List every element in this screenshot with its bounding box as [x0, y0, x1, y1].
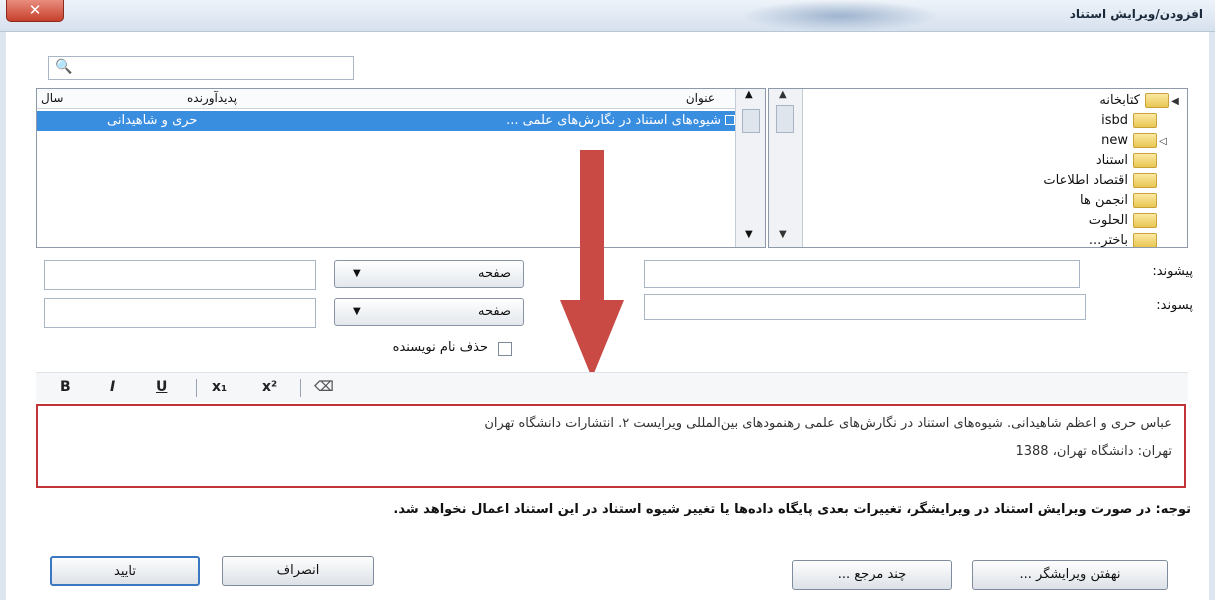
- row-title: شیوه‌های استناد در نگارش‌های علمی ...: [506, 113, 721, 128]
- prefix-page-field[interactable]: [44, 260, 316, 290]
- expand-icon[interactable]: ◀: [1169, 92, 1181, 112]
- window-title: افزودن/ویرایش استناد: [1069, 7, 1203, 21]
- prefix-label: پیشوند:: [1152, 264, 1193, 279]
- annotation-arrow-shaft: [580, 150, 604, 308]
- cancel-button[interactable]: انصراف: [222, 556, 374, 586]
- toolbar-divider: [300, 379, 301, 397]
- citation-editor[interactable]: عباس حری و اعظم شاهیدانی. شیوه‌های استنا…: [36, 404, 1186, 488]
- chevron-down-icon: ▼: [353, 268, 361, 279]
- tree-item-alhulut[interactable]: الحلوت: [1089, 211, 1157, 231]
- folder-icon: [1133, 213, 1157, 228]
- search-icon: 🔍: [55, 59, 73, 75]
- tree-item-label: new: [1101, 133, 1128, 148]
- table-row[interactable]: شیوه‌های استناد در نگارش‌های علمی ... حر…: [37, 111, 765, 131]
- scroll-up-icon[interactable]: ▲: [779, 89, 787, 100]
- list-header: عنوان پدیدآورنده سال: [37, 89, 765, 109]
- tree-item-label: اقتصاد اطلاعات: [1043, 173, 1128, 188]
- tree-scrollbar[interactable]: ▲ ▼: [769, 89, 803, 247]
- superscript-button[interactable]: x²: [262, 379, 277, 395]
- tree-item-label: باختر...: [1088, 233, 1128, 248]
- scroll-thumb[interactable]: [776, 105, 794, 133]
- bold-button[interactable]: B: [60, 379, 71, 395]
- scroll-down-icon[interactable]: ▼: [745, 229, 753, 240]
- folder-icon: [1133, 173, 1157, 188]
- tree-item-isbd[interactable]: isbd: [1101, 111, 1157, 131]
- scroll-down-icon[interactable]: ▼: [779, 229, 787, 240]
- folder-icon: [1133, 133, 1157, 148]
- annotation-arrow-head: [560, 300, 624, 378]
- select-value: صفحه: [478, 304, 511, 319]
- eraser-icon[interactable]: ⌫: [314, 379, 334, 395]
- omit-author-checkbox[interactable]: [498, 342, 512, 356]
- close-button[interactable]: ✕: [6, 0, 64, 22]
- doc-icon: [725, 115, 735, 125]
- column-header-title[interactable]: عنوان: [686, 91, 715, 105]
- column-header-year[interactable]: سال: [41, 91, 63, 105]
- multiple-references-button[interactable]: چند مرجع ...: [792, 560, 952, 590]
- tree-item-label: isbd: [1101, 113, 1128, 128]
- warning-note: توجه: در صورت ویرایش استناد در ویرایشگر،…: [393, 502, 1191, 517]
- tree-item-label: الحلوت: [1088, 213, 1128, 228]
- underline-button[interactable]: U: [156, 379, 167, 395]
- column-header-author[interactable]: پدیدآورنده: [187, 91, 237, 105]
- editor-line-1: عباس حری و اعظم شاهیدانی. شیوه‌های استنا…: [484, 416, 1172, 431]
- search-input[interactable]: [75, 58, 349, 80]
- omit-author-label: حذف نام نویسنده: [392, 340, 488, 355]
- suffix-label: پسوند:: [1156, 298, 1193, 313]
- expand-icon[interactable]: ◁: [1157, 132, 1169, 152]
- folder-icon: [1133, 153, 1157, 168]
- suffix-page-field[interactable]: [44, 298, 316, 328]
- search-box[interactable]: 🔍: [48, 56, 354, 80]
- page-type-select-2[interactable]: صفحه ▼: [334, 298, 524, 326]
- hide-editor-button[interactable]: نهفتن ویرایشگر ...: [972, 560, 1168, 590]
- folder-icon: [1133, 233, 1157, 247]
- tree-item-citation[interactable]: استناد: [1096, 151, 1157, 171]
- reference-list[interactable]: عنوان پدیدآورنده سال شیوه‌های استناد در …: [36, 88, 766, 248]
- suffix-field[interactable]: [644, 294, 1086, 320]
- editor-toolbar: B I U x₁ x² ⌫: [36, 372, 1188, 402]
- tree-item-label: استناد: [1095, 153, 1128, 168]
- italic-button[interactable]: I: [110, 379, 115, 395]
- tree-item-associations[interactable]: انجمن ها: [1080, 191, 1157, 211]
- list-scrollbar[interactable]: ▲ ▼: [735, 89, 765, 247]
- chevron-down-icon: ▼: [353, 306, 361, 317]
- title-bar-glow: [740, 0, 940, 32]
- subscript-button[interactable]: x₁: [212, 379, 227, 395]
- toolbar-divider: [196, 379, 197, 397]
- prefix-field[interactable]: [644, 260, 1080, 288]
- folder-icon: [1145, 93, 1169, 108]
- tree-item-bakhtar[interactable]: باختر...: [1088, 231, 1157, 248]
- tree-item-library[interactable]: ◀ کتابخانه: [1099, 91, 1181, 111]
- title-bar: ✕ افزودن/ویرایش استناد: [0, 0, 1215, 32]
- scroll-thumb[interactable]: [742, 109, 760, 133]
- select-value: صفحه: [478, 266, 511, 281]
- folder-icon: [1133, 113, 1157, 128]
- folder-tree[interactable]: ▲ ▼ ◀ کتابخانه isbd ◁ new استناد اقتصاد اط…: [768, 88, 1188, 248]
- editor-line-2: تهران: دانشگاه تهران، 1388: [1015, 444, 1172, 459]
- scroll-up-icon[interactable]: ▲: [745, 89, 753, 100]
- page-type-select-1[interactable]: صفحه ▼: [334, 260, 524, 288]
- row-author: حری و شاهیدانی: [107, 113, 198, 128]
- tree-item-new[interactable]: ◁ new: [1101, 131, 1169, 151]
- folder-icon: [1133, 193, 1157, 208]
- tree-item-label: کتابخانه: [1099, 93, 1140, 108]
- tree-item-info-economy[interactable]: اقتصاد اطلاعات: [1043, 171, 1157, 191]
- ok-button[interactable]: تایید: [50, 556, 200, 586]
- tree-item-label: انجمن ها: [1080, 193, 1128, 208]
